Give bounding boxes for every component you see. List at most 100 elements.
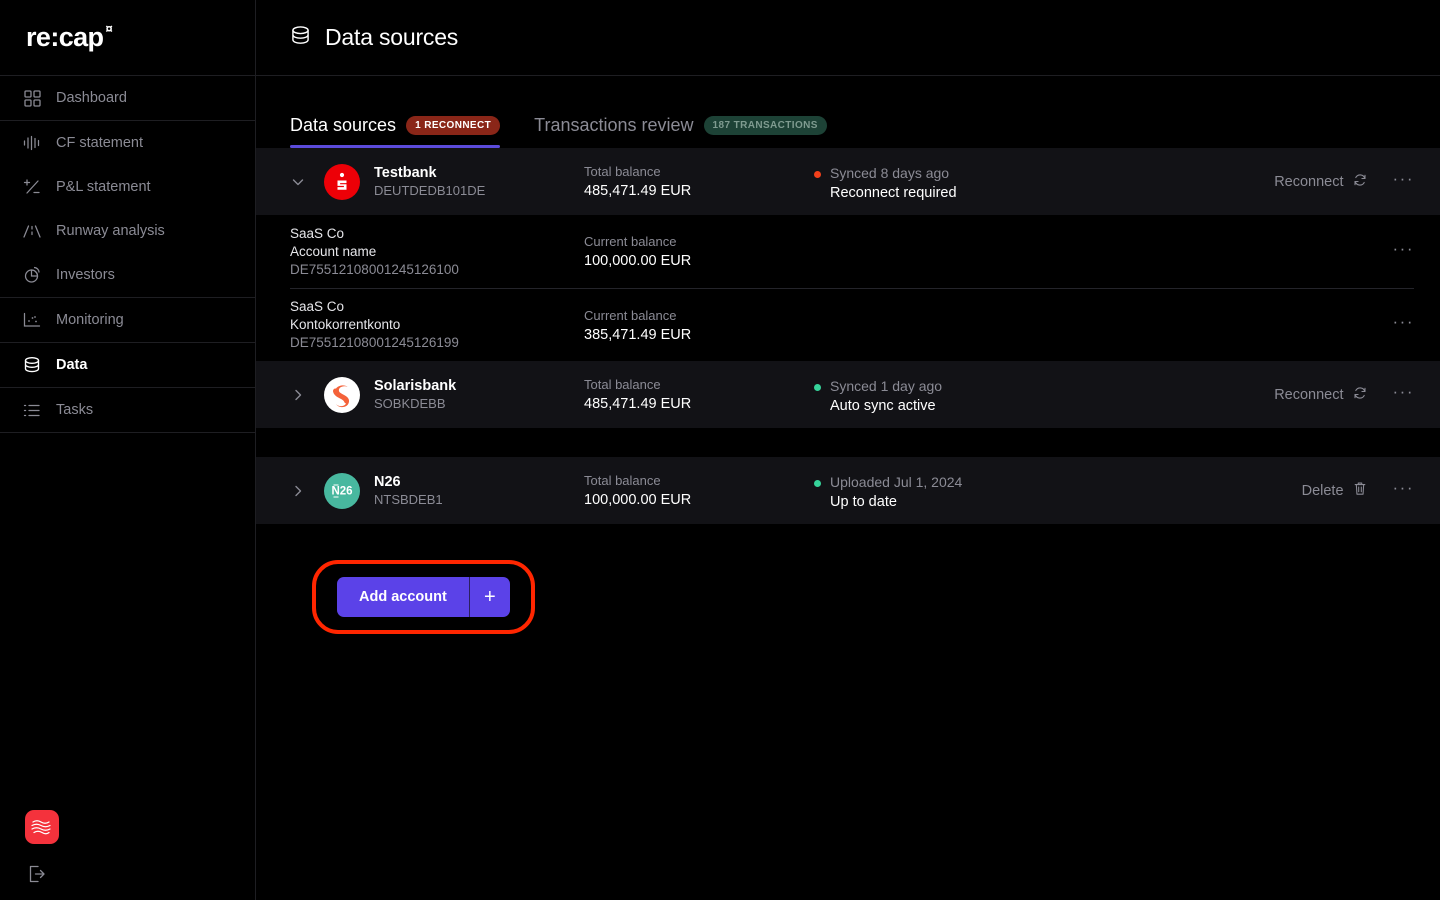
sidebar-item-label: P&L statement <box>56 179 151 195</box>
sidebar-item-cf-statement[interactable]: CF statement <box>0 121 255 165</box>
balance-label: Total balance <box>584 164 661 179</box>
nav-group-5: Tasks <box>0 388 255 433</box>
accounts-panel: SaaS Co Account name DE75512108001245126… <box>256 215 1440 361</box>
row-separator <box>256 428 1440 457</box>
reconnect-button[interactable]: Reconnect <box>1274 173 1366 191</box>
balance-value: 385,471.49 EUR <box>584 326 692 343</box>
solarisbank-logo <box>324 376 360 413</box>
account-actions: ··· <box>1224 240 1414 259</box>
trash-icon <box>1353 481 1367 500</box>
tab-data-sources[interactable]: Data sources 1 RECONNECT <box>290 115 501 148</box>
account-iban: DE75512108001245126199 <box>290 335 459 350</box>
account-balance: Current balance 385,471.49 EUR <box>584 306 814 345</box>
main-content: Data sources Data sources 1 RECONNECT Tr… <box>256 0 1440 900</box>
account-company: SaaS Co <box>290 225 345 241</box>
reconnect-button[interactable]: Reconnect <box>1274 386 1366 404</box>
nav-group-3: Monitoring <box>0 298 255 343</box>
balance-column: Total balance 100,000.00 EUR <box>584 471 814 510</box>
sidebar-item-monitoring[interactable]: Monitoring <box>0 298 255 342</box>
nav-group-1: Dashboard <box>0 76 255 121</box>
add-account-label[interactable]: Add account <box>337 577 469 617</box>
add-account-zone: Add account + <box>256 524 1440 634</box>
investors-icon <box>22 265 42 285</box>
sidebar-item-data[interactable]: Data <box>0 343 255 387</box>
svg-text:N26: N26 <box>331 485 352 497</box>
logout-icon[interactable] <box>27 864 49 886</box>
sidebar-item-runway-analysis[interactable]: Runway analysis <box>0 209 255 253</box>
balance-value: 100,000.00 EUR <box>584 492 692 508</box>
add-account-button[interactable]: Add account + <box>337 577 510 617</box>
balance-label: Current balance <box>584 307 677 323</box>
balance-label: Current balance <box>584 234 677 249</box>
brand-logo[interactable]: re:cap ¤ <box>0 0 255 76</box>
status-badge: 1 RECONNECT <box>406 116 501 135</box>
sidebar-item-tasks[interactable]: Tasks <box>0 388 255 432</box>
data-icon <box>22 355 42 375</box>
list-item[interactable]: SaaS Co Kontokorrentkonto DE755121080012… <box>290 288 1414 361</box>
chevron-down-icon[interactable] <box>290 174 312 190</box>
plus-icon[interactable]: + <box>469 577 510 617</box>
account-menu-button[interactable]: ··· <box>1393 240 1414 259</box>
sidebar-nav: Dashboard CF statement P&L statement Run… <box>0 76 255 433</box>
account-name: Account name <box>290 243 377 259</box>
bank-name: Testbank <box>374 165 437 181</box>
row-actions: Reconnect ··· <box>1224 170 1414 191</box>
brand-mark-icon: ¤ <box>105 20 113 36</box>
data-sources-list: Testbank DEUTDEDB101DE Total balance 485… <box>256 148 1440 524</box>
status-column: Synced 8 days ago Reconnect required <box>814 161 1224 203</box>
page-title: Data sources <box>325 24 459 50</box>
status-state-text: Reconnect required <box>830 184 957 201</box>
dashboard-icon <box>22 88 42 108</box>
sidebar-item-pl-statement[interactable]: P&L statement <box>0 165 255 209</box>
tab-label: Transactions review <box>534 115 694 135</box>
table-row[interactable]: Testbank DEUTDEDB101DE Total balance 485… <box>256 148 1440 215</box>
account-menu-button[interactable]: ··· <box>1393 313 1414 332</box>
bank-identity: Solarisbank SOBKDEBB <box>324 376 584 413</box>
account-identity: SaaS Co Kontokorrentkonto DE755121080012… <box>290 298 584 352</box>
sidebar: re:cap ¤ Dashboard CF statement P&L stat… <box>0 0 256 900</box>
balance-column: Total balance 485,471.49 EUR <box>584 375 814 414</box>
balance-value: 100,000.00 EUR <box>584 253 692 269</box>
status-sync-text: Synced 8 days ago <box>830 164 950 181</box>
sidebar-item-label: Monitoring <box>56 312 124 328</box>
testbank-logo <box>324 163 360 200</box>
bank-name: N26 <box>374 474 401 490</box>
status-state-text: Up to date <box>830 493 897 510</box>
row-menu-button[interactable]: ··· <box>1393 170 1414 189</box>
sidebar-item-dashboard[interactable]: Dashboard <box>0 76 255 120</box>
n26-logo: N26 <box>324 472 360 509</box>
sidebar-item-label: Runway analysis <box>56 223 165 239</box>
row-menu-button[interactable]: ··· <box>1393 479 1414 498</box>
reconnect-label: Reconnect <box>1274 386 1344 403</box>
chevron-right-icon[interactable] <box>290 387 312 403</box>
nav-group-4: Data <box>0 343 255 388</box>
app-root: re:cap ¤ Dashboard CF statement P&L stat… <box>0 0 1440 900</box>
status-sync-text: Uploaded Jul 1, 2024 <box>830 473 963 490</box>
tasks-icon <box>22 400 42 420</box>
sidebar-item-label: Dashboard <box>56 90 127 106</box>
chevron-right-icon[interactable] <box>290 483 312 499</box>
table-row[interactable]: N26 N26 NTSBDEB1 Total balance 100,000.0… <box>256 457 1440 524</box>
status-dot-icon <box>814 383 821 391</box>
status-dot-icon <box>814 479 821 487</box>
balance-value: 485,471.49 EUR <box>584 396 692 412</box>
bank-bic: DEUTDEDB101DE <box>374 183 486 198</box>
bank-identity: Testbank DEUTDEDB101DE <box>324 163 584 200</box>
account-balance: Current balance 100,000.00 EUR <box>584 232 814 271</box>
sidebar-item-label: Data <box>56 357 88 373</box>
row-menu-button[interactable]: ··· <box>1393 383 1414 402</box>
balance-value: 485,471.49 EUR <box>584 183 692 199</box>
bank-bic: NTSBDEB1 <box>374 492 443 507</box>
sidebar-item-label: Tasks <box>56 402 94 418</box>
list-item[interactable]: SaaS Co Account name DE75512108001245126… <box>290 215 1414 288</box>
account-identity: SaaS Co Account name DE75512108001245126… <box>290 225 584 279</box>
avatar[interactable] <box>25 810 59 844</box>
delete-button[interactable]: Delete <box>1302 481 1367 500</box>
balance-column: Total balance 485,471.49 EUR <box>584 162 814 201</box>
refresh-icon <box>1353 173 1367 191</box>
sidebar-item-investors[interactable]: Investors <box>0 253 255 297</box>
refresh-icon <box>1353 386 1367 404</box>
tab-transactions-review[interactable]: Transactions review 187 TRANSACTIONS <box>534 115 827 148</box>
bank-identity: N26 N26 NTSBDEB1 <box>324 472 584 509</box>
table-row[interactable]: Solarisbank SOBKDEBB Total balance 485,4… <box>256 361 1440 428</box>
